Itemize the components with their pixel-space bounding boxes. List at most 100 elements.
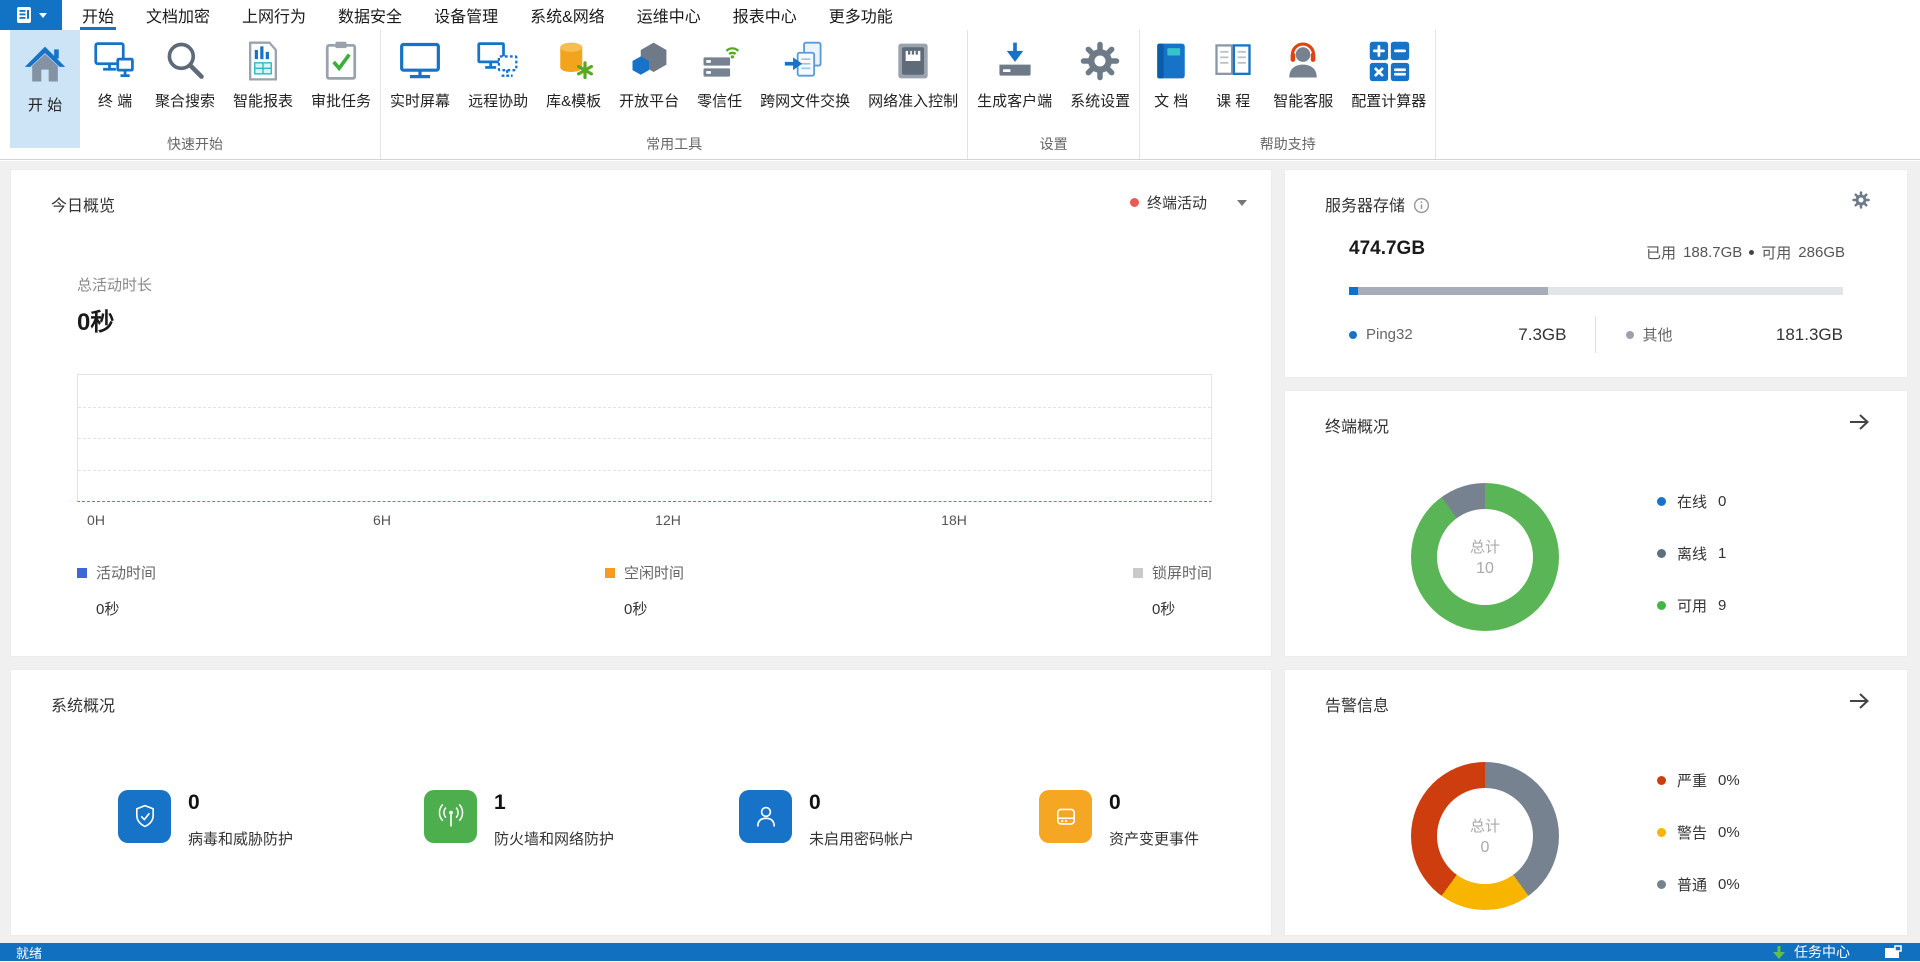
ribbon-item-label: 远程协助: [468, 93, 529, 110]
legend-item-critical: 严重 0%: [1657, 770, 1740, 791]
chevron-down-icon: [1237, 199, 1247, 211]
legend-dot: [1657, 828, 1666, 837]
dropdown-selected-value: 终端活动: [1146, 195, 1207, 212]
legend-item-offline: 离线 1: [1657, 543, 1726, 564]
task-center-button[interactable]: 任务中心: [1794, 942, 1850, 962]
legend-dot: [1657, 880, 1666, 889]
ribbon-item-start[interactable]: 开 始: [10, 30, 80, 148]
ribbon-group-help-support: 文 档 课 程 智能客服 配置计算器 帮助支持: [1140, 30, 1437, 159]
library-template-icon: [559, 42, 593, 80]
stat-value: 0: [188, 791, 200, 814]
legend-dot: [1657, 497, 1666, 506]
task-window-icon[interactable]: [1884, 945, 1902, 959]
status-ready-text: 就绪: [16, 945, 43, 961]
home-icon: [24, 46, 66, 82]
panel-server-storage: 服务器存储 474.7GB 已用 188.7GB 可用 286GB Ping32…: [1284, 169, 1908, 378]
legend-item-lockscreen-time[interactable]: 锁屏时间 0秒: [1132, 562, 1212, 619]
menu-tab-doc-encrypt[interactable]: 文档加密: [130, 0, 226, 30]
ribbon-group-settings: 生成客户端 系统设置 设置: [968, 30, 1141, 159]
ribbon-item-label: 实时屏幕: [390, 93, 451, 110]
ribbon-item-approval-tasks[interactable]: 审批任务: [302, 30, 380, 111]
asset-device-icon: [1039, 790, 1092, 843]
ribbon: 开 始 终 端 聚合搜索 智能报表 审批任务 快速开始 实时屏幕 远程协助 库&…: [0, 30, 1920, 160]
ribbon-item-courses[interactable]: 课 程: [1202, 30, 1264, 111]
approval-icon: [325, 41, 357, 80]
ribbon-item-label: 配置计算器: [1351, 93, 1427, 110]
stat-value: 1: [494, 791, 506, 814]
open-platform-icon: [632, 42, 667, 75]
donut-center: 总计 0: [1437, 788, 1533, 884]
menu-tab-device-mgmt[interactable]: 设备管理: [418, 0, 514, 30]
legend-label: 活动时间: [96, 565, 157, 582]
ribbon-item-smart-report[interactable]: 智能报表: [224, 30, 302, 111]
menu-bar: 开始 文档加密 上网行为 数据安全 设备管理 系统&网络 运维中心 报表中心 更…: [0, 0, 1920, 30]
legend-label: 可用: [1677, 598, 1708, 615]
download-arrow-icon: [1773, 945, 1785, 959]
ribbon-item-label: 开 始: [27, 97, 63, 114]
ribbon-item-smart-support[interactable]: 智能客服: [1264, 30, 1342, 111]
legend-label: 严重: [1677, 773, 1708, 790]
ribbon-item-library-template[interactable]: 库&模板: [537, 30, 610, 111]
total-activity-value: 0秒: [77, 309, 115, 336]
gear-icon[interactable]: [1851, 190, 1871, 210]
panel-title: 告警信息: [1325, 698, 1390, 715]
legend-item-active-time[interactable]: 活动时间 0秒: [77, 562, 156, 619]
legend-value: 0%: [1718, 876, 1740, 893]
x-tick: 18H: [941, 512, 967, 528]
arrow-right-icon[interactable]: [1847, 411, 1871, 433]
ribbon-item-label: 终 端: [97, 93, 133, 110]
ribbon-item-open-platform[interactable]: 开放平台: [610, 30, 688, 111]
panel-title-text: 服务器存储: [1325, 198, 1406, 215]
arrow-right-icon[interactable]: [1847, 690, 1871, 712]
menu-tab-web-behavior[interactable]: 上网行为: [226, 0, 322, 30]
menu-tab-data-security[interactable]: 数据安全: [322, 0, 418, 30]
menu-tab-more[interactable]: 更多功能: [813, 0, 909, 30]
stat-label: 资产变更事件: [1109, 831, 1200, 848]
file-exchange-icon: [784, 41, 822, 77]
ribbon-item-system-settings[interactable]: 系统设置: [1061, 30, 1139, 111]
legend-label: 锁屏时间: [1151, 565, 1212, 582]
menu-tab-start[interactable]: 开始: [66, 0, 130, 30]
ribbon-item-zero-trust[interactable]: 零信任: [688, 30, 751, 111]
legend-item-idle-time[interactable]: 空闲时间 0秒: [604, 562, 684, 619]
menu-tab-system-network[interactable]: 系统&网络: [514, 0, 621, 30]
legend-item-normal: 普通 0%: [1657, 874, 1740, 895]
panel-system-overview: 系统概况 0 病毒和威胁防护 1 防火墙和网络防护 0 未启用密码帐户 0 资产…: [10, 669, 1272, 936]
support-headset-icon: [1289, 42, 1317, 78]
ribbon-item-generate-client[interactable]: 生成客户端: [968, 30, 1061, 111]
ribbon-item-label: 文 档: [1154, 93, 1189, 110]
used-value: 188.7GB: [1683, 244, 1743, 261]
storage-segment-ping32: [1349, 287, 1358, 295]
panel-terminal-overview: 终端概况 总计 10 在线 0 离线 1 可用 9: [1284, 390, 1908, 657]
donut-center: 总计 10: [1437, 509, 1533, 605]
legend-dot: [1657, 549, 1666, 558]
info-icon[interactable]: [1413, 197, 1430, 214]
separator-dot: [1749, 250, 1755, 255]
ribbon-item-label: 智能报表: [233, 93, 294, 110]
chevron-down-icon: [38, 13, 47, 18]
ribbon-item-network-access[interactable]: 网络准入控制: [859, 30, 967, 111]
stat-label: 防火墙和网络防护: [494, 831, 615, 848]
ribbon-item-config-calculator[interactable]: 配置计算器: [1342, 30, 1435, 111]
ribbon-item-remote-assist[interactable]: 远程协助: [459, 30, 537, 111]
network-access-icon: [898, 43, 928, 79]
ribbon-item-realtime-screen[interactable]: 实时屏幕: [381, 30, 459, 111]
user-icon: [739, 790, 792, 843]
app-menu-button[interactable]: [0, 0, 62, 30]
ribbon-group-label: 快速开始: [167, 136, 224, 152]
legend-value: 0%: [1718, 772, 1740, 789]
app-menu-icon: [16, 7, 31, 23]
legend-swatch: [604, 567, 615, 578]
ribbon-item-aggregate-search[interactable]: 聚合搜索: [146, 30, 224, 111]
ribbon-item-docs[interactable]: 文 档: [1140, 30, 1202, 111]
ribbon-item-terminal[interactable]: 终 端: [84, 30, 146, 111]
ribbon-item-file-exchange[interactable]: 跨网文件交换: [751, 30, 859, 111]
menu-tab-ops-center[interactable]: 运维中心: [621, 0, 717, 30]
legend-value: 0: [1718, 493, 1727, 510]
panel-alert-info: 告警信息 总计 0 严重 0% 警告 0% 普通 0%: [1284, 669, 1908, 936]
alerts-donut-chart: 总计 0: [1411, 762, 1559, 910]
menu-tab-report-center[interactable]: 报表中心: [717, 0, 813, 30]
panel-title: 今日概览: [51, 198, 116, 215]
legend-value: 9: [1718, 597, 1727, 614]
terminal-activity-dropdown[interactable]: 终端活动: [1129, 192, 1247, 213]
